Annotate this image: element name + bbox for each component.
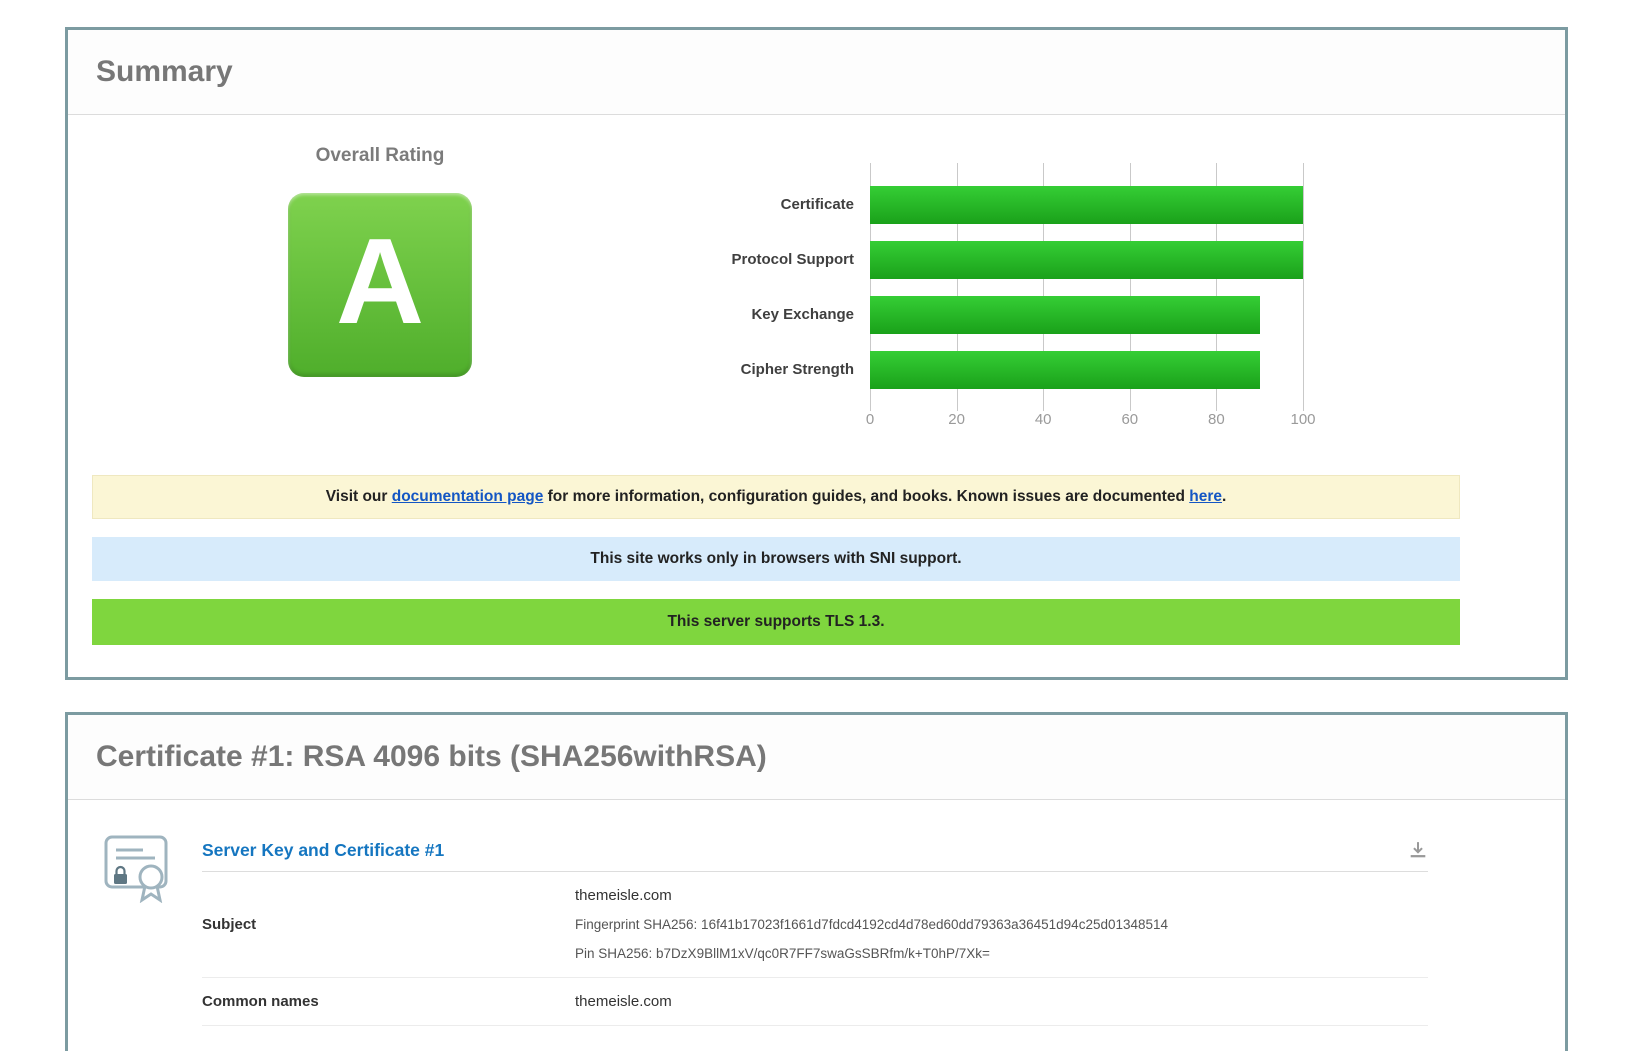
certificate-title: Certificate #1: RSA 4096 bits (SHA256wit… bbox=[96, 740, 767, 773]
certificate-body: Server Key and Certificate #1 Subject the… bbox=[68, 800, 1565, 1026]
cert-value-line: themeisle.com bbox=[575, 887, 672, 904]
ssl-report-page: Summary Overall Rating A Certificate Prot… bbox=[0, 0, 1633, 1051]
summary-panel: Summary Overall Rating A Certificate Prot… bbox=[65, 27, 1568, 680]
chart-axis-tick: 100 bbox=[1290, 411, 1316, 428]
cert-row-label: Common names bbox=[202, 993, 319, 1010]
chart-row: Cipher Strength bbox=[628, 342, 1303, 397]
chart-axis-tick: 80 bbox=[1208, 411, 1225, 428]
chart-x-axis: 0 20 40 60 80 100 bbox=[866, 411, 1316, 431]
chart-axis-tick: 0 bbox=[865, 411, 875, 428]
chart-bar-track bbox=[870, 240, 1303, 279]
sni-notice: This site works only in browsers with SN… bbox=[92, 537, 1460, 581]
certificate-content: Server Key and Certificate #1 Subject the… bbox=[202, 833, 1428, 1026]
chart-rows: Certificate Protocol Support Key Exchange C… bbox=[628, 177, 1303, 397]
cert-row-values: themeisle.com bbox=[575, 987, 1428, 1016]
overall-rating-label: Overall Rating bbox=[315, 145, 445, 166]
chart-row: Key Exchange bbox=[628, 287, 1303, 342]
cert-table-row: Subject themeisle.com Fingerprint SHA256: … bbox=[202, 872, 1428, 978]
cert-value-line: themeisle.com bbox=[575, 993, 672, 1010]
documentation-link[interactable]: documentation page bbox=[392, 488, 544, 505]
chart-bar bbox=[870, 240, 1303, 279]
certificate-head-row: Server Key and Certificate #1 bbox=[202, 833, 1428, 867]
chart-bar-track bbox=[870, 350, 1303, 389]
known-issues-link[interactable]: here bbox=[1189, 488, 1222, 505]
chart-category-label: Certificate bbox=[780, 196, 854, 213]
grade-letter: A bbox=[335, 213, 425, 349]
chart-row: Protocol Support bbox=[628, 232, 1303, 287]
certificate-panel: Certificate #1: RSA 4096 bits (SHA256wit… bbox=[65, 712, 1568, 1051]
notice-text-part: . bbox=[1221, 488, 1227, 505]
chart-row: Certificate bbox=[628, 177, 1303, 232]
notice-text: Visit our documentation page for more in… bbox=[326, 488, 1227, 506]
download-icon[interactable] bbox=[1408, 840, 1428, 860]
chart-category-label: Cipher Strength bbox=[740, 361, 854, 378]
server-key-certificate-heading[interactable]: Server Key and Certificate #1 bbox=[202, 840, 444, 861]
grade-badge: A bbox=[288, 193, 472, 377]
notice-text: This site works only in browsers with SN… bbox=[590, 550, 962, 567]
chart-category-label: Protocol Support bbox=[731, 251, 855, 268]
score-chart: Certificate Protocol Support Key Exchange C… bbox=[628, 163, 1316, 431]
chart-category-label: Key Exchange bbox=[751, 306, 854, 323]
notice-text: This server supports TLS 1.3. bbox=[667, 613, 885, 630]
chart-bar bbox=[870, 295, 1260, 334]
chart-bar bbox=[870, 350, 1260, 389]
documentation-notice: Visit our documentation page for more in… bbox=[92, 475, 1460, 519]
chart-bar-track bbox=[870, 185, 1303, 224]
notice-text-part: for more information, configuration guid… bbox=[543, 488, 1190, 505]
cert-table-row: Common names themeisle.com bbox=[202, 978, 1428, 1026]
chart-gridline bbox=[1303, 163, 1304, 411]
summary-body: Overall Rating A Certificate Protocol Sup… bbox=[68, 115, 1565, 677]
chart-axis-tick: 40 bbox=[1034, 411, 1052, 428]
cert-value-line: Fingerprint SHA256: 16f41b17023f1661d7fd… bbox=[575, 917, 1169, 932]
cert-row-values: themeisle.com Fingerprint SHA256: 16f41b1… bbox=[575, 881, 1428, 968]
tls13-notice: This server supports TLS 1.3. bbox=[92, 599, 1460, 645]
certificate-table: Subject themeisle.com Fingerprint SHA256: … bbox=[202, 872, 1428, 1026]
cert-row-label: Subject bbox=[202, 916, 257, 933]
chart-bar-track bbox=[870, 295, 1303, 334]
chart-axis-tick: 60 bbox=[1121, 411, 1139, 428]
summary-title: Summary bbox=[96, 55, 233, 88]
certificate-header: Certificate #1: RSA 4096 bits (SHA256wit… bbox=[68, 715, 1565, 800]
summary-header: Summary bbox=[68, 30, 1565, 115]
chart-axis-tick: 20 bbox=[948, 411, 965, 428]
cert-value-line: Pin SHA256: b7DzX9BllM1xV/qc0R7FF7swaGsS… bbox=[575, 946, 990, 961]
certificate-icon bbox=[103, 833, 175, 1026]
notice-text-part: Visit our bbox=[325, 488, 392, 505]
chart-bar bbox=[870, 185, 1303, 224]
